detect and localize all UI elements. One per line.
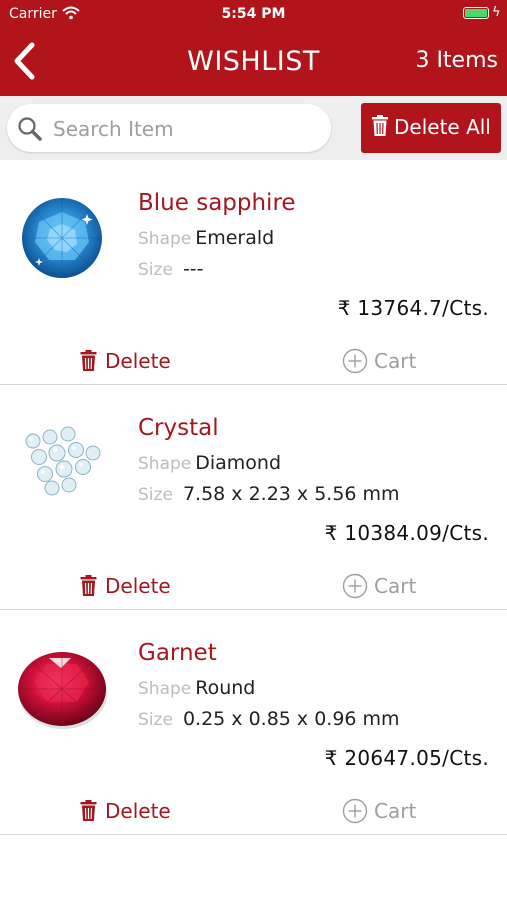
search-box[interactable] [7, 104, 331, 152]
delete-label: Delete [105, 349, 171, 373]
cart-label: Cart [374, 349, 417, 373]
list-item: Blue sapphire Shape Emerald Size --- ₹ 13… [0, 160, 507, 385]
size-label: Size [138, 710, 173, 730]
delete-label: Delete [105, 799, 171, 823]
trash-icon [80, 800, 97, 821]
delete-all-label: Delete All [394, 115, 491, 139]
status-time: 5:54 PM [221, 6, 286, 22]
wishlist: Blue sapphire Shape Emerald Size --- ₹ 13… [0, 160, 507, 835]
size-value: 7.58 x 2.23 x 5.56 mm [182, 483, 400, 505]
shape-row: Shape Emerald [138, 227, 274, 249]
shape-row: Shape Diamond [138, 452, 281, 474]
search-icon [18, 117, 42, 141]
trash-icon [372, 115, 388, 136]
battery-icon: ϟ [463, 5, 501, 22]
cart-label: Cart [374, 574, 417, 598]
item-name[interactable]: Garnet [138, 640, 217, 666]
item-name[interactable]: Blue sapphire [138, 190, 296, 216]
item-price: ₹ 10384.09/Cts. [324, 521, 489, 545]
shape-value: Diamond [195, 452, 282, 474]
delete-all-button[interactable]: Delete All [361, 103, 501, 153]
garnet-image [18, 652, 107, 729]
search-bar: Delete All [0, 96, 507, 160]
item-count: 3 Items [415, 48, 498, 73]
shape-label: Shape [138, 454, 192, 474]
item-price: ₹ 13764.7/Cts. [337, 296, 489, 320]
add-to-cart-button[interactable]: Cart [342, 348, 442, 378]
blue-sapphire-image [22, 198, 102, 278]
size-row: Size 0.25 x 0.85 x 0.96 mm [138, 708, 400, 730]
shape-value: Emerald [195, 227, 275, 249]
trash-icon [80, 350, 97, 371]
size-row: Size --- [138, 258, 204, 280]
item-price: ₹ 20647.05/Cts. [324, 746, 489, 770]
size-value: 0.25 x 0.85 x 0.96 mm [182, 708, 400, 730]
navigation-bar: WISHLIST 3 Items [0, 28, 507, 96]
trash-icon [80, 575, 97, 596]
shape-label: Shape [138, 679, 192, 699]
list-item: Crystal Shape Diamond Size 7.58 x 2.23 x … [0, 385, 507, 610]
add-to-cart-button[interactable]: Cart [342, 573, 442, 603]
size-label: Size [138, 485, 173, 505]
shape-label: Shape [138, 229, 192, 249]
cart-label: Cart [374, 799, 417, 823]
size-label: Size [138, 260, 173, 280]
crystal-image [25, 426, 101, 496]
header: Carrier 5:54 PM ϟ WISHLIST 3 Items [0, 0, 507, 96]
shape-value: Round [195, 677, 256, 699]
shape-row: Shape Round [138, 677, 255, 699]
plus-circle-icon [342, 348, 368, 374]
add-to-cart-button[interactable]: Cart [342, 798, 442, 828]
plus-circle-icon [342, 798, 368, 824]
size-row: Size 7.58 x 2.23 x 5.56 mm [138, 483, 400, 505]
status-bar: Carrier 5:54 PM ϟ [0, 0, 507, 28]
list-item: Garnet Shape Round Size 0.25 x 0.85 x 0.9… [0, 610, 507, 835]
delete-label: Delete [105, 574, 171, 598]
plus-circle-icon [342, 573, 368, 599]
search-input[interactable] [51, 114, 325, 144]
size-value: --- [182, 258, 204, 280]
item-name[interactable]: Crystal [138, 415, 219, 441]
